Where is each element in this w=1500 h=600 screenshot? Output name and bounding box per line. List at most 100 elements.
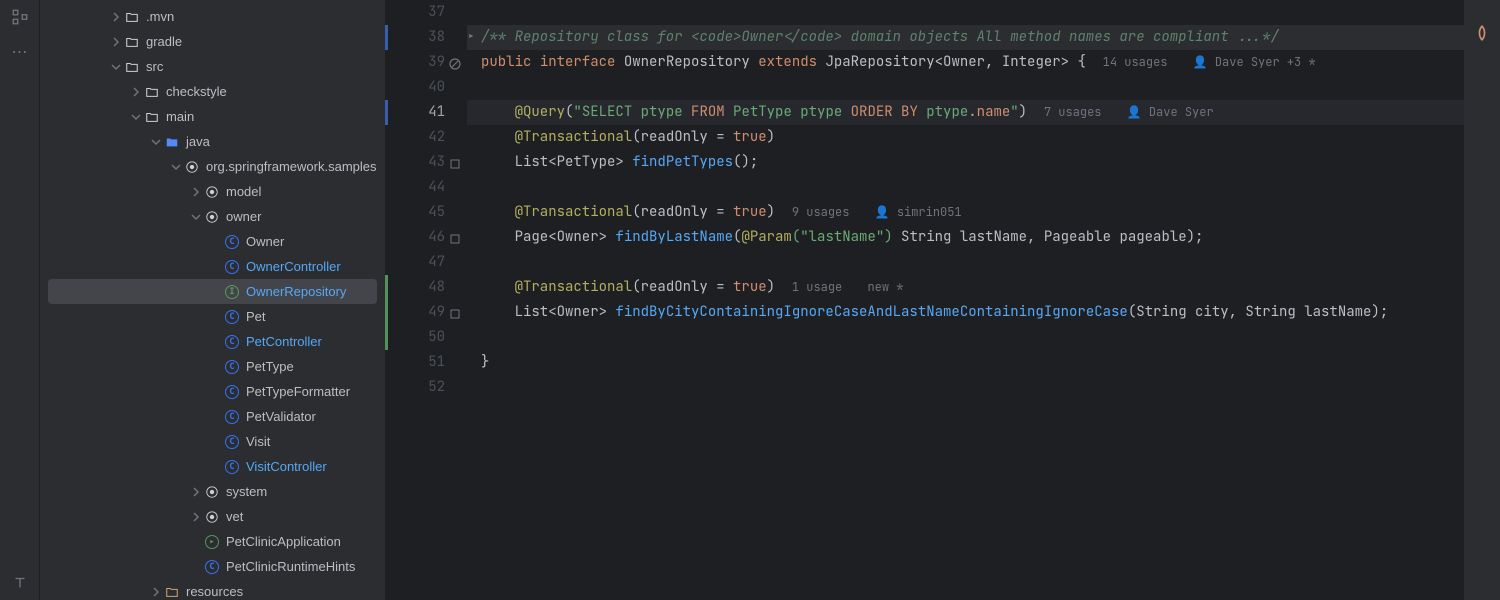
tree-folder-resources[interactable]: resources [40, 579, 385, 600]
implementations-icon[interactable] [449, 229, 461, 241]
tree-file-owner[interactable]: C Owner [40, 229, 385, 254]
code-editor[interactable]: 37 38 39 40 41 42 43 44 45 46 47 48 49 5… [385, 0, 1464, 600]
chevron-down-icon [168, 159, 184, 175]
structure-icon[interactable] [11, 8, 29, 26]
package-icon [204, 184, 220, 200]
usages-hint[interactable]: 1 usage [792, 279, 842, 295]
suppress-icon[interactable] [449, 54, 461, 66]
tree-file-ownerrepository[interactable]: I OwnerRepository [48, 279, 377, 304]
class-icon: C [224, 434, 240, 450]
code-line[interactable]: } [467, 350, 1464, 375]
line-number: 43 [428, 153, 445, 171]
code-line[interactable]: @Transactional(readOnly = true) 9 usages… [467, 200, 1464, 225]
tree-package-system[interactable]: system [40, 479, 385, 504]
usages-hint[interactable]: 14 usages [1103, 54, 1168, 70]
tree-label: gradle [146, 34, 182, 49]
tree-file-petclinichints[interactable]: C PetClinicRuntimeHints [40, 554, 385, 579]
code-line[interactable]: public interface OwnerRepository extends… [467, 50, 1464, 75]
tree-label: java [186, 134, 210, 149]
tree-file-visit[interactable]: C Visit [40, 429, 385, 454]
code-line[interactable]: List<PetType> findPetTypes(); [467, 150, 1464, 175]
problems-icon[interactable] [1473, 24, 1491, 42]
code-line[interactable]: List<Owner> findByCityContainingIgnoreCa… [467, 300, 1464, 325]
package-icon [204, 484, 220, 500]
tree-package-owner[interactable]: owner [40, 204, 385, 229]
author-hint[interactable]: 👤 Dave Syer +3 * [1193, 54, 1316, 70]
code-line[interactable]: @Query("SELECT ptype FROM PetType ptype … [467, 100, 1464, 125]
code-line[interactable]: @Transactional(readOnly = true) 1 usage … [467, 275, 1464, 300]
tree-label: org.springframework.samples [206, 159, 377, 174]
usages-hint[interactable]: 7 usages [1044, 104, 1102, 120]
chevron-down-icon [108, 59, 124, 75]
implementations-icon[interactable] [449, 154, 461, 166]
tree-file-visitcontroller[interactable]: C VisitController [40, 454, 385, 479]
line-number: 49 [428, 303, 445, 321]
runnable-class-icon: ▸ [204, 534, 220, 550]
tree-label: model [226, 184, 261, 199]
tree-folder-checkstyle[interactable]: checkstyle [40, 79, 385, 104]
project-tree[interactable]: .mvn gradle src checkstyle main java org… [40, 0, 385, 600]
tree-file-petcontroller[interactable]: C PetController [40, 329, 385, 354]
class-icon: C [224, 309, 240, 325]
class-icon: C [224, 359, 240, 375]
author-hint[interactable]: 👤 simrin051 [875, 204, 962, 220]
vcs-hint[interactable]: new * [867, 279, 903, 295]
class-icon: C [224, 259, 240, 275]
class-icon: C [224, 234, 240, 250]
code-area[interactable]: ▸/** Repository class for <code>Owner</c… [463, 0, 1464, 600]
fold-arrow-icon[interactable]: ▸ [467, 25, 481, 50]
tree-label: PetType [246, 359, 294, 374]
tree-file-pettypeformatter[interactable]: C PetTypeFormatter [40, 379, 385, 404]
code-line[interactable]: ▸/** Repository class for <code>Owner</c… [467, 25, 1464, 50]
folder-icon [124, 59, 140, 75]
tree-label: PetClinicRuntimeHints [226, 559, 355, 574]
tree-folder-src[interactable]: src [40, 54, 385, 79]
tree-file-pettype[interactable]: C PetType [40, 354, 385, 379]
author-hint[interactable]: 👤 Dave Syer [1127, 104, 1214, 120]
tree-label: Pet [246, 309, 266, 324]
folder-icon [124, 9, 140, 25]
chevron-right-icon [188, 509, 204, 525]
implementations-icon[interactable] [449, 304, 461, 316]
tree-label: checkstyle [166, 84, 227, 99]
more-icon[interactable]: ⋯ [11, 42, 29, 60]
right-tool-rail [1464, 0, 1500, 600]
tree-label: src [146, 59, 163, 74]
line-number: 40 [428, 78, 445, 96]
line-number: 52 [428, 378, 445, 396]
chevron-right-icon [188, 184, 204, 200]
chevron-right-icon [148, 584, 164, 600]
chevron-right-icon [108, 9, 124, 25]
tree-label: Owner [246, 234, 284, 249]
text-tool-icon[interactable] [11, 574, 29, 592]
tree-file-petvalidator[interactable]: C PetValidator [40, 404, 385, 429]
tree-label: vet [226, 509, 243, 524]
tree-folder-main[interactable]: main [40, 104, 385, 129]
tree-file-pet[interactable]: C Pet [40, 304, 385, 329]
tree-folder-mvn[interactable]: .mvn [40, 4, 385, 29]
tree-package[interactable]: org.springframework.samples [40, 154, 385, 179]
usages-hint[interactable]: 9 usages [792, 204, 850, 220]
tree-package-vet[interactable]: vet [40, 504, 385, 529]
package-icon [204, 209, 220, 225]
javadoc-comment: /** Repository class for <code>Owner</co… [481, 28, 1279, 46]
line-number: 37 [428, 3, 445, 21]
class-icon: C [224, 409, 240, 425]
chevron-down-icon [188, 209, 204, 225]
tree-label: main [166, 109, 194, 124]
tree-file-ownercontroller[interactable]: C OwnerController [40, 254, 385, 279]
tree-package-model[interactable]: model [40, 179, 385, 204]
line-number: 51 [428, 353, 445, 371]
tree-folder-gradle[interactable]: gradle [40, 29, 385, 54]
interface-icon: I [224, 284, 240, 300]
source-folder-icon [164, 134, 180, 150]
tree-label: system [226, 484, 267, 499]
code-line[interactable]: @Transactional(readOnly = true) [467, 125, 1464, 150]
line-number: 42 [428, 128, 445, 146]
tree-folder-java[interactable]: java [40, 129, 385, 154]
tree-file-petclinicapp[interactable]: ▸ PetClinicApplication [40, 529, 385, 554]
tree-label: OwnerController [246, 259, 341, 274]
gutter: 37 38 39 40 41 42 43 44 45 46 47 48 49 5… [385, 0, 463, 600]
chevron-right-icon [108, 34, 124, 50]
code-line[interactable]: Page<Owner> findByLastName(@Param("lastN… [467, 225, 1464, 250]
